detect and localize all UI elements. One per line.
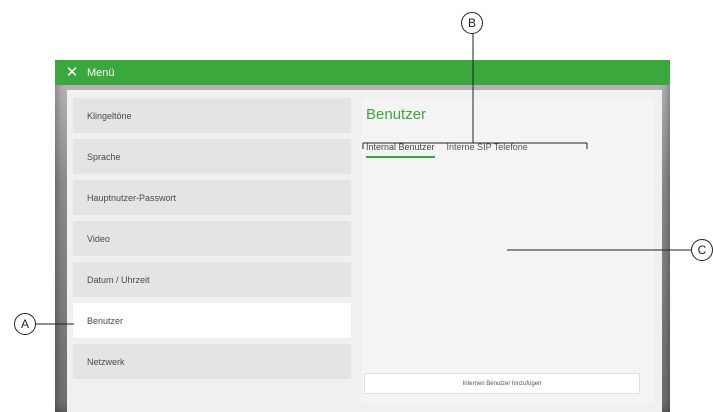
callout-c: C [691, 239, 713, 261]
callout-b: B [461, 12, 483, 34]
callout-a: A [14, 313, 36, 335]
annotation-lines [36, 34, 693, 325]
